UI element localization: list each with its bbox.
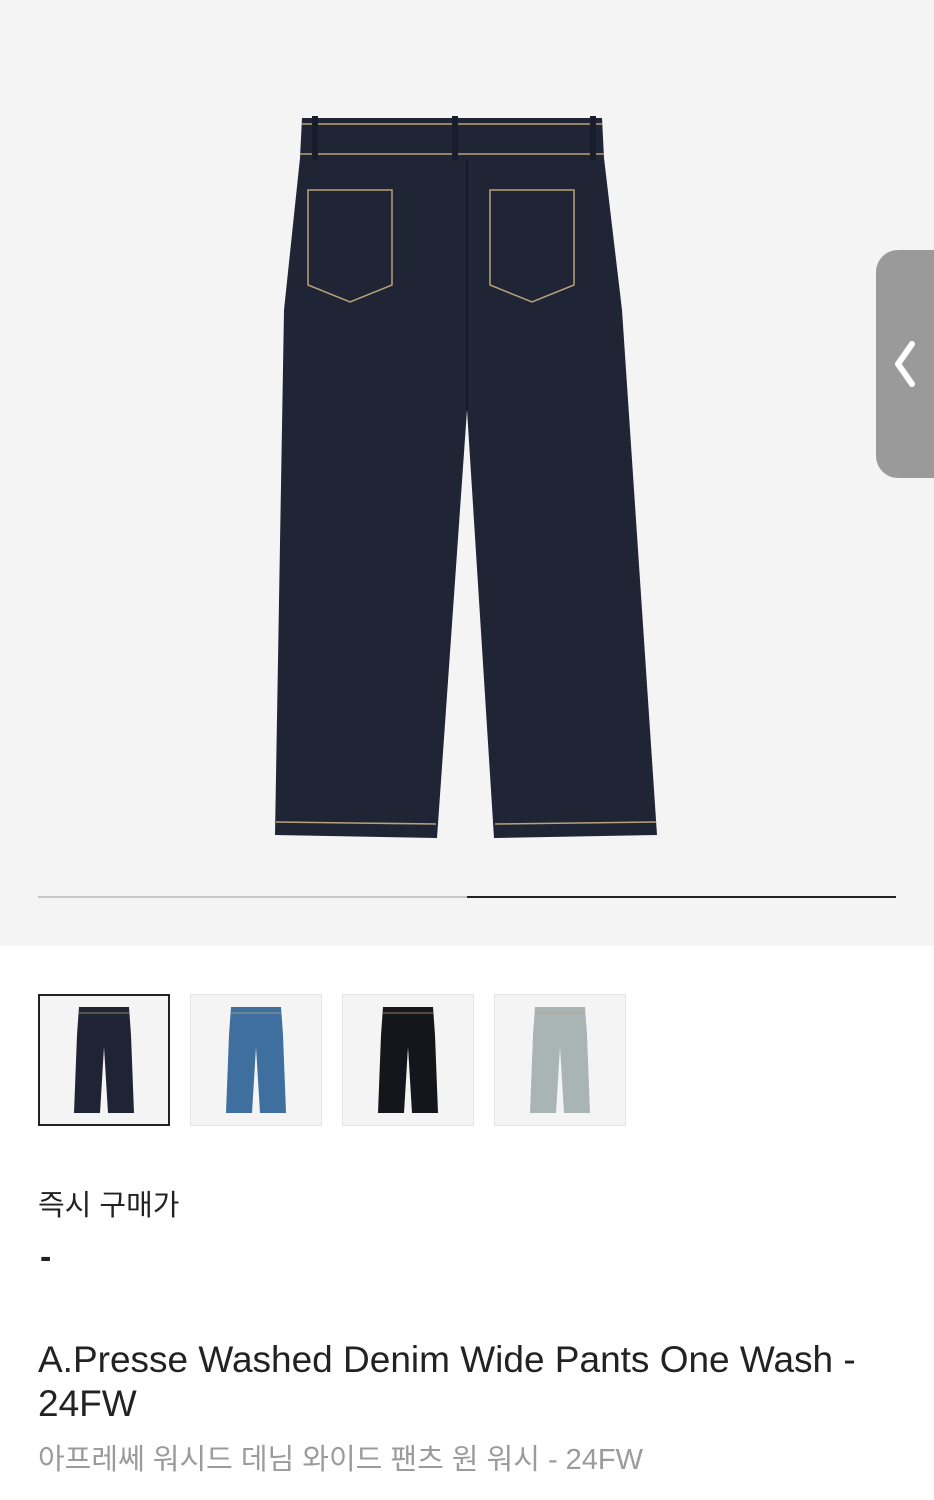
product-main-image [275,116,657,838]
thumbnail-jeans-image [74,1007,134,1113]
product-title-en: A.Presse Washed Denim Wide Pants One Was… [38,1339,856,1424]
instant-buy-price-value: - [40,1238,52,1276]
thumbnail-jeans-image [530,1007,590,1113]
product-image-gallery[interactable] [0,0,934,946]
thumbnail[interactable] [494,994,626,1126]
thumbnail-strip [38,994,638,1126]
thumbnail[interactable] [38,994,170,1126]
instant-buy-price-label: 즉시 구매가 [38,1190,180,1222]
gallery-progress-fill [467,896,896,898]
product-title-ko: 아프레쎄 워시드 데님 와이드 팬츠 원 워시 - 24FW [38,1444,644,1476]
thumbnail-jeans-image [378,1007,438,1113]
side-drawer-handle[interactable] [876,250,934,478]
thumbnail-jeans-image [226,1007,286,1113]
gallery-progress-bar [38,896,896,898]
thumbnail[interactable] [342,994,474,1126]
chevron-left-icon [895,341,915,387]
thumbnail[interactable] [190,994,322,1126]
